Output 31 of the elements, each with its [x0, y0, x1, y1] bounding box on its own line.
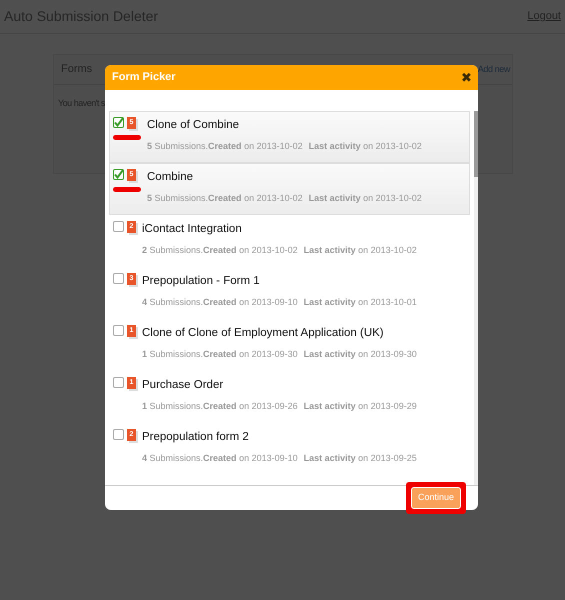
- form-summary: 1 Submissions.Created on 2013-09-30: [142, 348, 298, 362]
- form-name: iContact Integration: [142, 222, 243, 237]
- form-summary: 4 Submissions.Created on 2013-09-10: [142, 296, 298, 310]
- form-name: Clone of Combine: [147, 118, 240, 133]
- form-summary: 5 Submissions.Created on 2013-10-02: [147, 140, 303, 154]
- last-activity: Last activity on 2013-09-25: [304, 452, 417, 466]
- close-button[interactable]: ✖: [461, 71, 472, 84]
- last-activity: Last activity on 2013-09-30: [304, 348, 417, 362]
- form-name: Clone of Clone of Employment Application (UK): [142, 326, 385, 341]
- checkbox[interactable]: [113, 169, 124, 180]
- form-summary: 5 Submissions.Created on 2013-10-02: [147, 192, 303, 206]
- last-activity: Last activity on 2013-10-01: [304, 296, 417, 310]
- form-summary: 1 Submissions.Created on 2013-09-26: [142, 400, 298, 414]
- checkbox[interactable]: [113, 429, 124, 440]
- form-name: Prepopulation - Form 1: [142, 274, 261, 289]
- checkbox[interactable]: [113, 377, 124, 388]
- last-activity: Last activity on 2013-10-02: [304, 244, 417, 258]
- checkbox[interactable]: [113, 273, 124, 284]
- form-name: Combine: [147, 170, 194, 185]
- form-name: Purchase Order: [142, 378, 224, 393]
- form-name: Prepopulation form 2: [142, 430, 250, 445]
- checkbox[interactable]: [113, 221, 124, 232]
- scrollbar[interactable]: [474, 111, 478, 485]
- last-activity: Last activity on 2013-10-02: [308, 140, 422, 154]
- modal-title: Form Picker: [112, 70, 176, 86]
- checkbox[interactable]: [113, 325, 124, 336]
- form-summary: 2 Submissions.Created on 2013-10-02: [142, 244, 298, 258]
- last-activity: Last activity on 2013-09-29: [304, 400, 417, 414]
- checkbox[interactable]: [113, 117, 124, 128]
- last-activity: Last activity on 2013-10-02: [308, 192, 422, 206]
- form-summary: 4 Submissions.Created on 2013-09-10: [142, 452, 298, 466]
